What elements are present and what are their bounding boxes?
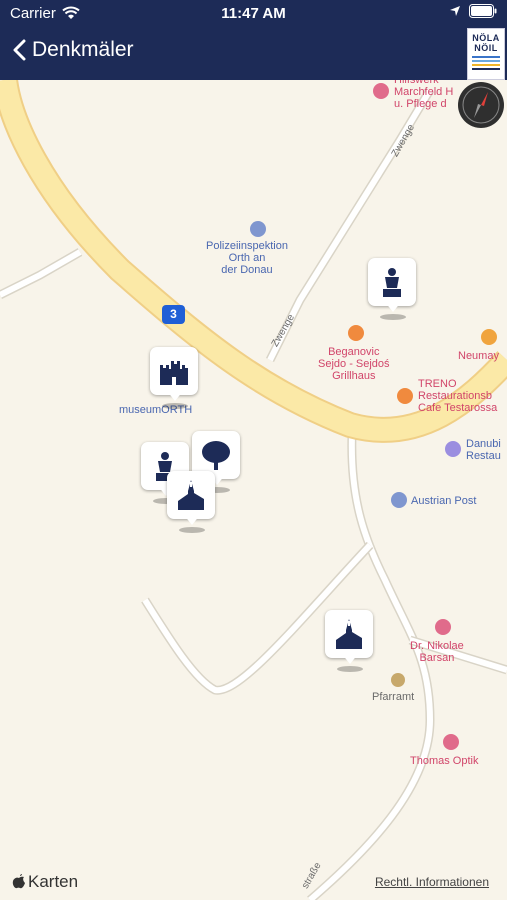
poi-label-treno[interactable]: TRENO Restaurationsb Cafe Testarossa: [418, 378, 497, 414]
monument-marker-church[interactable]: [325, 610, 375, 672]
marker-shadow: [179, 527, 205, 533]
castle-icon: [160, 361, 188, 385]
battery-icon: [469, 4, 497, 18]
location-arrow-icon: [450, 6, 460, 16]
restaurant-icon: [348, 325, 364, 341]
karten-label: Karten: [28, 872, 79, 891]
back-button-label: Denkmäler: [32, 38, 134, 61]
nola-logo: NÖLA NÖIL: [467, 28, 505, 80]
marker-shadow: [380, 314, 406, 320]
optik-icon: [443, 734, 459, 750]
poi-label-danubi[interactable]: Danubi Restau: [466, 438, 501, 462]
poi-label-austrian-post[interactable]: Austrian Post: [411, 495, 476, 507]
statue-icon: [383, 268, 401, 297]
hotel-icon: [445, 441, 461, 457]
poi-label-grillhaus[interactable]: Beganovic Sejdo - Sejdoś Grillhaus: [318, 346, 390, 382]
dentist-icon: [435, 619, 451, 635]
post-icon: [391, 492, 407, 508]
apple-logo-icon: [12, 874, 25, 889]
monument-marker-statue[interactable]: [368, 258, 418, 320]
church-icon: [336, 619, 362, 649]
marker-tip: [167, 391, 183, 401]
map-roads: [0, 80, 507, 900]
pfarramt-icon: [391, 673, 405, 687]
poi-label-police[interactable]: Polizeiinspektion Orth an der Donau: [206, 240, 288, 276]
back-button[interactable]: Denkmäler: [12, 38, 134, 62]
poi-label-neumay[interactable]: Neumay: [458, 350, 499, 362]
cafe-icon: [397, 388, 413, 404]
legal-information-link[interactable]: Rechtl. Informationen: [375, 875, 489, 889]
tree-icon: [202, 441, 230, 470]
poi-label-hilfswerk[interactable]: Hilfswerk Marchfeld H u. Pflege d: [394, 80, 453, 110]
poi-label-pfarramt[interactable]: Pfarramt: [372, 691, 414, 703]
poi-label-dentist[interactable]: Dr. Nikolae Barsan: [410, 640, 464, 664]
monument-marker-church[interactable]: [167, 471, 217, 533]
police-icon: [250, 221, 266, 237]
navigation-bar: Denkmäler: [0, 28, 507, 80]
map-view[interactable]: Polizeiinspektion Orth an der Donau Hilf…: [0, 80, 507, 900]
monument-marker-castle[interactable]: [150, 347, 200, 409]
restaurant-icon: [481, 329, 497, 345]
route-shield: 3: [162, 305, 185, 324]
apple-maps-brand: Karten: [12, 872, 78, 892]
logo-text-bottom: NÖIL: [474, 43, 498, 53]
poi-label-optik[interactable]: Thomas Optik: [410, 755, 478, 767]
compass-needle-icon: [462, 86, 500, 124]
marker-shadow: [162, 403, 188, 409]
hilfswerk-icon: [373, 83, 389, 99]
marker-tip: [385, 302, 401, 312]
status-bar: Carrier 11:47 AM: [0, 0, 507, 28]
logo-text-top: NÖLA: [472, 33, 500, 43]
marker-tip: [342, 654, 358, 664]
chevron-left-icon: [13, 39, 26, 61]
church-icon: [178, 480, 204, 510]
clock: 11:47 AM: [221, 5, 286, 22]
marker-tip: [184, 515, 200, 525]
compass-button[interactable]: [458, 82, 504, 128]
marker-shadow: [337, 666, 363, 672]
